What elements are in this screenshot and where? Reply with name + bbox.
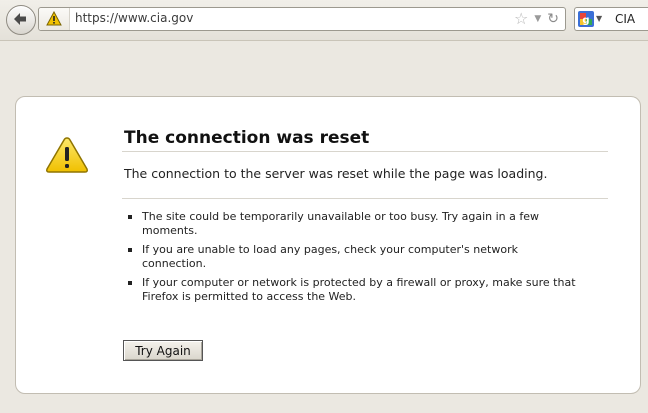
bullet-icon xyxy=(128,281,132,285)
browser-window: https://www.cia.gov ☆ ▼ ↻ g ▼ CIA The co… xyxy=(0,0,648,413)
warning-triangle-icon xyxy=(46,11,62,26)
error-description: The connection to the server was reset w… xyxy=(124,166,548,181)
star-icon[interactable]: ☆ xyxy=(514,10,528,28)
suggestion-list: The site could be temporarily unavailabl… xyxy=(128,210,598,309)
error-title: The connection was reset xyxy=(124,128,370,148)
google-icon[interactable]: g xyxy=(578,11,594,27)
back-button[interactable] xyxy=(6,5,36,35)
list-item: If your computer or network is protected… xyxy=(128,276,598,304)
description-divider xyxy=(122,198,608,199)
list-item: The site could be temporarily unavailabl… xyxy=(128,210,598,238)
svg-text:g: g xyxy=(582,15,589,26)
search-bar[interactable]: g ▼ CIA xyxy=(574,7,648,31)
warning-icon xyxy=(46,137,88,173)
back-arrow-icon xyxy=(14,13,26,25)
chevron-down-icon[interactable]: ▼ xyxy=(596,11,602,27)
reload-icon[interactable]: ↻ xyxy=(547,10,559,28)
list-item: If you are unable to load any pages, che… xyxy=(128,243,598,271)
url-text: https://www.cia.gov xyxy=(75,11,194,25)
bullet-icon xyxy=(128,248,132,252)
search-input[interactable]: CIA xyxy=(615,11,635,27)
bullet-icon xyxy=(128,215,132,219)
site-identity-button[interactable] xyxy=(39,8,70,30)
url-bar-icons: ☆ ▼ ↻ xyxy=(514,10,559,28)
title-divider xyxy=(122,151,608,152)
try-again-button[interactable]: Try Again xyxy=(123,340,203,361)
dropmarker-icon[interactable]: ▼ xyxy=(534,10,541,28)
url-bar[interactable]: https://www.cia.gov ☆ ▼ ↻ xyxy=(38,7,566,31)
navigation-toolbar: https://www.cia.gov ☆ ▼ ↻ g ▼ CIA xyxy=(0,0,648,41)
